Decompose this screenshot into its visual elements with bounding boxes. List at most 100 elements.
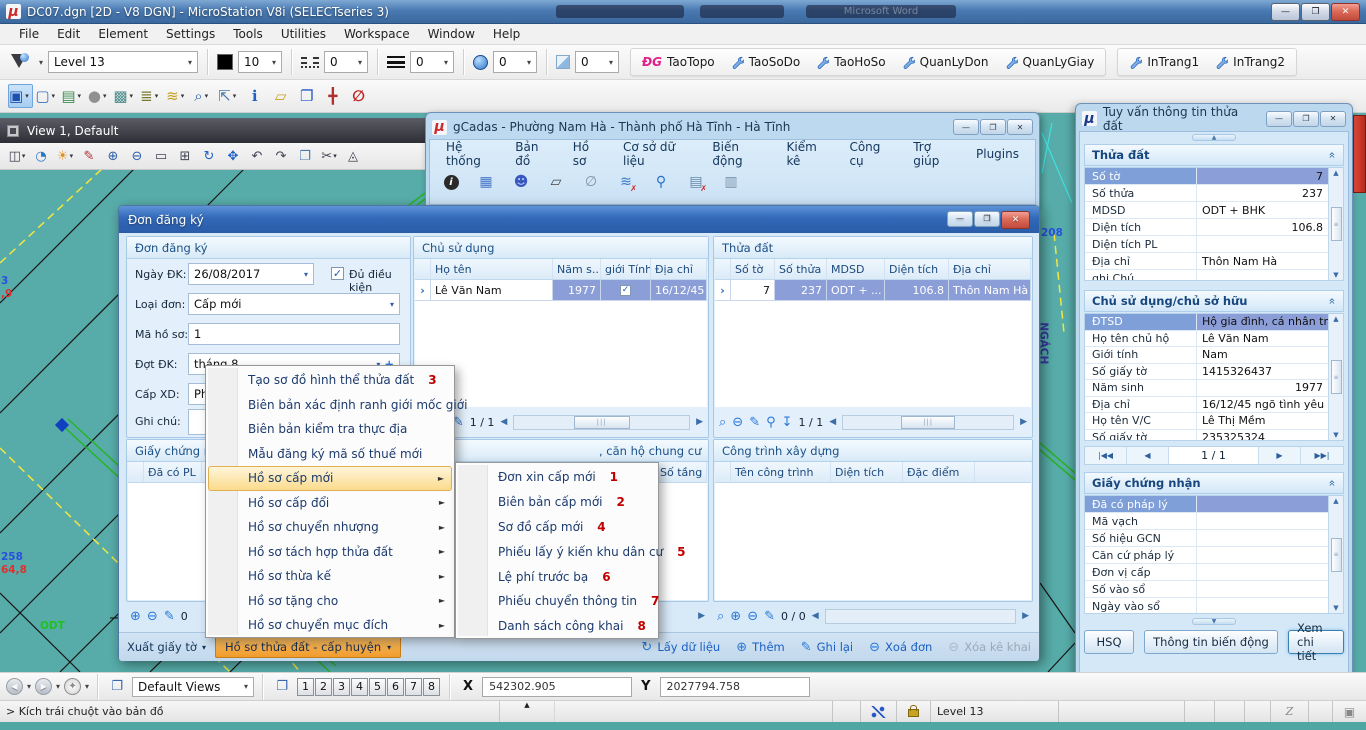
context-menu-item[interactable]: Tạo sơ đồ hình thể thửa đất3 [208,368,452,393]
scroll-right-icon[interactable]: ▶ [698,611,705,621]
property-row[interactable]: Số giấy tờ235325324 [1085,430,1328,442]
view-number-button[interactable]: 6 [387,678,404,696]
clip-mask-icon[interactable]: ◬▾ [342,145,364,167]
layers-remove-icon[interactable]: ≋ [615,171,637,193]
views-toggle-icon[interactable] [271,678,293,696]
xuat-giay-to-button[interactable]: Xuất giấy tờ▾ [127,640,206,654]
fence-icon[interactable]: ⇱▾ [217,84,241,108]
sphere-icon[interactable]: ●▾ [87,84,111,108]
scroll-right-icon[interactable]: ▶ [1022,611,1029,621]
property-row[interactable]: Diện tích PL [1085,236,1328,253]
gcadas-menu-item[interactable]: Plugins [968,147,1027,161]
y-coordinate-field[interactable]: 2027794.758 [660,677,810,697]
gioi-tinh-checkbox[interactable] [620,285,631,296]
refresh-icon[interactable]: ↻Lấy dữ liệu [641,640,720,655]
transparency-icon[interactable] [556,55,570,69]
info-icon[interactable]: ℹ▾ [243,84,267,108]
context-menu-item[interactable]: Mẫu đăng ký mã số thuế mới [208,442,452,467]
collapse-grip[interactable]: ▲ [1192,134,1236,141]
context-menu-item[interactable]: Sơ đồ cấp mới4 [458,515,656,540]
gcadas-menu-item[interactable]: Biến động [704,140,774,168]
restore-button[interactable] [1301,3,1330,21]
property-row[interactable]: MDSDODT + BHK [1085,202,1328,219]
plugin-button[interactable]: ĐGQuanLyGiay [997,50,1103,74]
active-element-icon[interactable] [8,51,34,73]
raster-icon[interactable]: ▩▾ [113,84,137,108]
property-row[interactable]: Đã có pháp lý [1085,496,1328,513]
property-row[interactable]: Số giấy tờ1415326437 [1085,364,1328,381]
gcadas-restore-button[interactable]: ❐ [980,119,1006,135]
menu-item[interactable]: Tools [224,27,272,41]
view-list-icon[interactable]: ◫▾ [6,145,28,167]
add-icon[interactable]: ⊕ [730,610,741,623]
folder-search-icon[interactable]: ▱▾ [269,84,293,108]
hsq-button[interactable]: HSQ [1084,630,1134,654]
view-number-button[interactable]: 2 [315,678,332,696]
context-menu-item[interactable]: Hồ sơ chuyển nhượng [208,515,452,540]
scroll-left-icon[interactable]: ◀ [812,611,819,621]
gcadas-menu-item[interactable]: Hệ thống [438,140,503,168]
hide-icon[interactable]: ∅ [580,171,602,193]
xem-chi-tiet-button[interactable]: Xem chi tiết [1288,630,1344,654]
property-row[interactable]: Diện tích106.8 [1085,219,1328,236]
update-view-icon[interactable]: ✎▾ [78,145,100,167]
loai-don-field[interactable]: Cấp mới▾ [188,293,400,315]
gcadas-menu-item[interactable]: Kiểm kê [779,140,838,168]
context-menu-item[interactable]: Hồ sơ chuyển mục đích [208,613,452,638]
remove-icon[interactable]: ⊖ [747,610,758,623]
context-menu-item[interactable]: Hồ sơ cấp đổi [208,491,452,516]
ho-so-thua-dat-button[interactable]: Hồ sơ thửa đất - cấp huyện▾ [215,637,401,658]
ma-ho-so-field[interactable]: 1 [188,323,400,345]
prev-page-icon[interactable]: ◀ [1127,447,1169,464]
context-menu-item[interactable]: Hồ sơ tách hợp thửa đất [208,540,452,565]
locate-icon[interactable]: ⚲ [766,416,776,429]
thua-dat-columns[interactable]: Số tờ Số thửa MDSD Diện tích Địa chỉ [715,259,1031,280]
view-number-button[interactable]: 8 [423,678,440,696]
view-number-button[interactable]: 7 [405,678,422,696]
window-area-icon[interactable]: ▭▾ [150,145,172,167]
next-page-icon[interactable]: ▶ [1259,447,1301,464]
level-combo[interactable]: Level 13▾ [48,51,198,73]
property-row[interactable]: Ngày vào sổ [1085,598,1328,614]
property-row[interactable]: Năm sinh1977 [1085,380,1328,397]
ban-icon[interactable]: ∅▾ [347,84,371,108]
line-style-icon[interactable] [301,57,319,68]
search-icon[interactable]: ⌕ [717,610,724,623]
property-row[interactable]: ghi Chú [1085,270,1328,281]
property-row[interactable]: Địa chỉThôn Nam Hà [1085,253,1328,270]
so-tang-column[interactable]: Số tầng [655,462,707,482]
dialog-close-button[interactable] [1001,211,1030,229]
view-group-icon[interactable] [106,678,128,696]
property-row[interactable]: Số tờ7 [1085,168,1328,185]
menu-item[interactable]: Utilities [272,27,335,41]
pin-icon[interactable]: ⚲ [650,171,672,193]
context-menu-item[interactable]: Biên bản xác định ranh giới mốc giới [208,393,452,418]
grid-table-icon[interactable]: ▦ [475,171,497,193]
view-number-button[interactable]: 4 [351,678,368,696]
gcadas-menu-item[interactable]: Bản đồ [507,140,561,168]
element-class-combo[interactable]: 0▾ [493,51,537,73]
brightness-icon[interactable]: ☀▾ [54,145,76,167]
fit-view-icon[interactable]: ⊞▾ [174,145,196,167]
du-dieu-kien-checkbox[interactable] [331,267,344,280]
context-menu-item[interactable]: Hồ sơ cấp mới [208,466,452,491]
thong-tin-bien-dong-button[interactable]: Thông tin biến động [1144,630,1278,654]
property-row[interactable]: Giới tínhNam [1085,347,1328,364]
new-file-icon[interactable]: ▢▾ [35,84,59,108]
scroll-left-icon[interactable]: ◀ [829,417,836,427]
view-prev-icon[interactable]: ↶▾ [246,145,268,167]
users-icon[interactable]: ☻ [510,171,532,193]
plugin-button[interactable]: ĐGQuanLyDon [894,50,997,74]
minimize-button[interactable] [1271,3,1300,21]
last-page-icon[interactable]: ▶▶| [1301,447,1343,464]
line-weight-combo[interactable]: 0▾ [410,51,454,73]
copy-view-icon[interactable]: ❐▾ [294,145,316,167]
dialog-titlebar[interactable]: Đơn đăng ký — ❐ [119,206,1039,233]
remove-icon[interactable]: ⊖ [732,416,743,429]
dialog-restore-button[interactable]: ❐ [974,211,1000,227]
menu-item[interactable]: File [10,27,48,41]
plugin-button[interactable]: ĐGTaoHoSo [808,50,893,74]
context-menu-item[interactable]: Biên bản cấp mới2 [458,490,656,515]
context-menu-item[interactable]: Danh sách công khai8 [458,614,656,639]
primary-cube-icon[interactable]: ▣▾ [8,84,33,108]
